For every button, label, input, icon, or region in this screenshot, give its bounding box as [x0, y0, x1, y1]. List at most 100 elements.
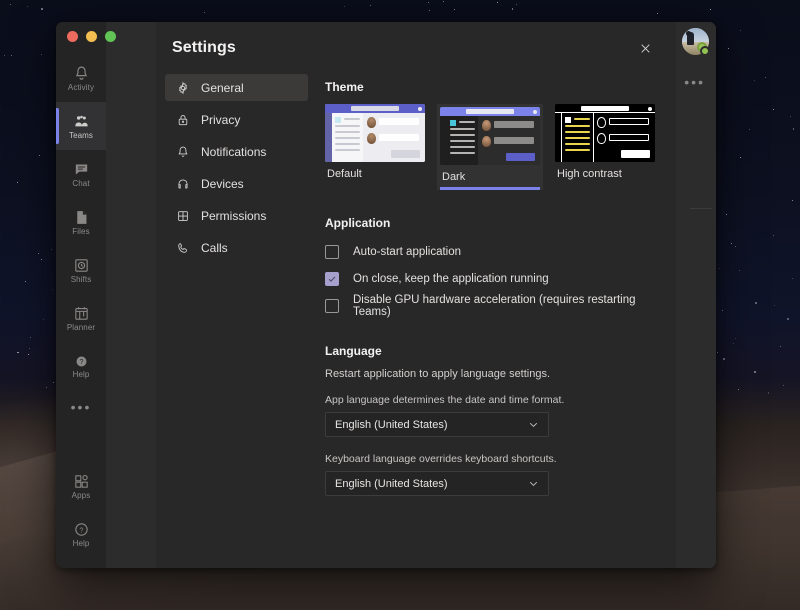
language-restart-note: Restart application to apply language se… — [325, 368, 656, 380]
apps-icon — [73, 473, 90, 490]
keyboard-language-value: English (United States) — [335, 478, 448, 490]
rail-item-apps[interactable]: Apps — [56, 462, 106, 510]
theme-label-default: Default — [325, 168, 425, 180]
rail-more-apps-button[interactable]: ••• — [56, 390, 106, 424]
settings-header: Settings — [156, 22, 676, 74]
rail-item-planner[interactable]: Planner — [56, 294, 106, 342]
avatar[interactable] — [682, 28, 709, 55]
rail-label-help-upper: Help — [73, 370, 90, 379]
page-title: Settings — [172, 39, 236, 57]
settings-nav-label: Permissions — [201, 209, 266, 223]
window-close-button[interactable] — [67, 31, 78, 42]
rail-label-files: Files — [72, 227, 89, 236]
settings-nav-label: Privacy — [201, 113, 240, 127]
checkbox-keep-running[interactable] — [325, 272, 339, 286]
settings-nav-item-notifications[interactable]: Notifications — [165, 138, 308, 165]
settings-body: General Privacy — [156, 74, 676, 568]
app-body: ••• Settings — [106, 22, 716, 568]
app-language-value: English (United States) — [335, 419, 448, 431]
settings-nav-item-privacy[interactable]: Privacy — [165, 106, 308, 133]
question-circle-icon: ? — [74, 354, 89, 369]
theme-thumbnail-dark — [440, 107, 540, 165]
presence-status-badge — [700, 46, 710, 56]
theme-label-high-contrast: High contrast — [555, 168, 655, 180]
window-zoom-button[interactable] — [105, 31, 116, 42]
rail-label-help: Help — [73, 539, 90, 548]
close-icon[interactable] — [632, 35, 658, 61]
rail-item-shifts[interactable]: Shifts — [56, 246, 106, 294]
theme-thumbnail-default — [325, 104, 425, 162]
desktop-wallpaper: Activity Teams — [0, 0, 800, 610]
strip-divider — [690, 208, 712, 209]
question-circle-icon: ? — [73, 521, 90, 538]
settings-nav: General Privacy — [156, 74, 316, 568]
language-heading: Language — [325, 344, 656, 358]
keyboard-language-select[interactable]: English (United States) — [325, 471, 549, 496]
settings-dialog: Settings — [156, 22, 676, 568]
planner-icon — [73, 305, 90, 322]
bell-icon — [175, 144, 190, 159]
theme-heading: Theme — [325, 80, 656, 94]
rail-label-chat: Chat — [72, 179, 89, 188]
clock-icon — [73, 257, 90, 274]
settings-nav-label: Devices — [201, 177, 244, 191]
checkbox-label-keep-running: On close, keep the application running — [353, 273, 549, 285]
rail-bottom-group: Apps ? Help — [56, 462, 106, 568]
rail-label-planner: Planner — [67, 323, 95, 332]
people-icon — [73, 113, 90, 130]
checkbox-row-auto-start[interactable]: Auto-start application — [325, 240, 656, 264]
rail-label-activity: Activity — [68, 83, 94, 92]
language-section: Language Restart application to apply la… — [325, 344, 656, 496]
checkbox-auto-start[interactable] — [325, 245, 339, 259]
rail-item-help-upper[interactable]: ? Help — [56, 342, 106, 390]
teams-app-window: Activity Teams — [56, 22, 716, 568]
settings-nav-item-calls[interactable]: Calls — [165, 234, 308, 261]
keyboard-language-note: Keyboard language overrides keyboard sho… — [325, 453, 656, 465]
lock-icon — [175, 112, 190, 127]
rail-label-shifts: Shifts — [71, 275, 92, 284]
theme-options: Default — [325, 104, 656, 190]
rail-item-help[interactable]: ? Help — [56, 510, 106, 558]
checkbox-row-disable-gpu[interactable]: Disable GPU hardware acceleration (requi… — [325, 294, 656, 318]
app-rail: Activity Teams — [56, 22, 106, 568]
checkbox-label-disable-gpu: Disable GPU hardware acceleration (requi… — [353, 294, 656, 318]
phone-icon — [175, 240, 190, 255]
application-section: Application Auto-start application — [325, 216, 656, 318]
settings-nav-label: Notifications — [201, 145, 266, 159]
rail-item-files[interactable]: Files — [56, 198, 106, 246]
settings-nav-item-devices[interactable]: Devices — [165, 170, 308, 197]
settings-nav-item-general[interactable]: General — [165, 74, 308, 101]
window-minimize-button[interactable] — [86, 31, 97, 42]
settings-nav-item-permissions[interactable]: Permissions — [165, 202, 308, 229]
file-icon — [73, 209, 90, 226]
rail-item-teams[interactable]: Teams — [56, 102, 106, 150]
checkbox-label-auto-start: Auto-start application — [353, 246, 461, 258]
theme-option-dark[interactable]: Dark — [437, 104, 543, 190]
svg-text:?: ? — [79, 526, 83, 534]
app-language-note: App language determines the date and tim… — [325, 394, 656, 406]
checkbox-disable-gpu[interactable] — [325, 299, 339, 313]
theme-option-high-contrast[interactable]: High contrast — [555, 104, 655, 190]
theme-option-default[interactable]: Default — [325, 104, 425, 190]
app-language-select[interactable]: English (United States) — [325, 412, 549, 437]
apps-grid-icon — [175, 208, 190, 223]
rail-label-apps: Apps — [72, 491, 91, 500]
chevron-down-icon — [527, 477, 540, 490]
rail-item-activity[interactable]: Activity — [56, 54, 106, 102]
gear-icon — [175, 80, 190, 95]
headset-icon — [175, 176, 190, 191]
theme-thumbnail-high-contrast — [555, 104, 655, 162]
more-options-button[interactable]: ••• — [684, 74, 705, 90]
rail-label-teams: Teams — [69, 131, 93, 140]
settings-nav-label: Calls — [201, 241, 228, 255]
theme-label-dark: Dark — [440, 171, 540, 183]
application-heading: Application — [325, 216, 656, 230]
settings-nav-label: General — [201, 81, 244, 95]
settings-content: Theme — [316, 74, 676, 568]
chevron-down-icon — [527, 418, 540, 431]
rail-item-chat[interactable]: Chat — [56, 150, 106, 198]
bell-icon — [73, 65, 90, 82]
checkbox-row-keep-running[interactable]: On close, keep the application running — [325, 267, 656, 291]
chat-icon — [73, 161, 90, 178]
window-traffic-lights[interactable] — [67, 31, 116, 42]
